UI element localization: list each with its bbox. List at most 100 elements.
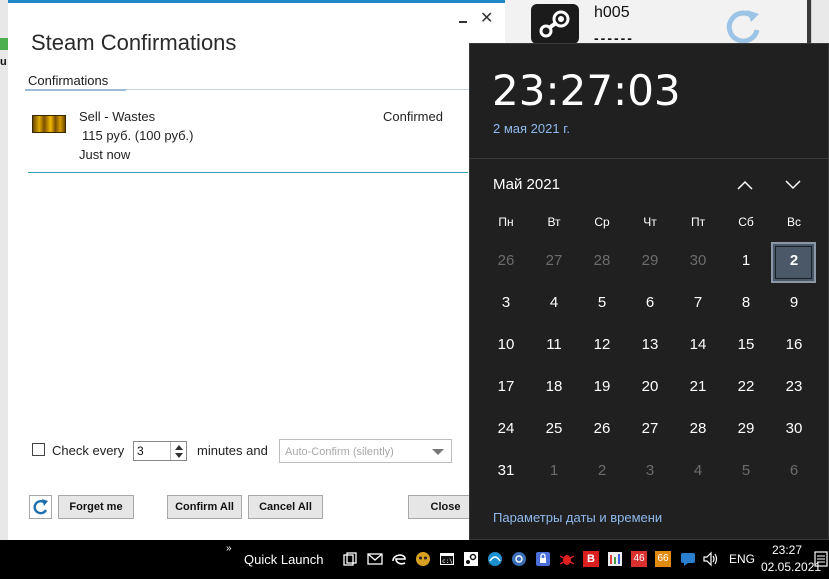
calendar-day[interactable]: 25 <box>530 420 578 437</box>
calendar-day[interactable]: 8 <box>722 294 770 311</box>
calendar-day[interactable]: 27 <box>530 252 578 269</box>
app-icon[interactable] <box>415 551 431 567</box>
cpu-temp-badge[interactable]: 46 <box>631 551 647 567</box>
volume-icon[interactable] <box>703 551 719 567</box>
network-app-icon[interactable] <box>511 551 527 567</box>
previous-month-button[interactable] <box>735 176 755 194</box>
chevron-down-icon[interactable] <box>175 453 183 458</box>
calendar-day[interactable]: 16 <box>770 336 818 353</box>
calendar-day[interactable]: 6 <box>770 462 818 479</box>
calendar-day[interactable]: 31 <box>482 462 530 479</box>
calendar-day[interactable]: 14 <box>674 336 722 353</box>
task-view-icon[interactable] <box>342 551 358 567</box>
calendar-day[interactable]: 3 <box>482 294 530 311</box>
date-time-settings-link[interactable]: Параметры даты и времени <box>493 510 662 525</box>
red-bug-icon[interactable] <box>559 551 575 567</box>
badge-icon[interactable]: В <box>583 551 599 567</box>
meter-icon[interactable] <box>607 551 623 567</box>
vpn-lock-icon[interactable] <box>535 551 551 567</box>
dialog-title: Steam Confirmations <box>31 30 237 55</box>
confirmation-item-name: Sell - Wastes <box>79 109 156 124</box>
auto-confirm-select[interactable]: Auto-Confirm (silently) <box>279 439 452 463</box>
calendar-day[interactable]: 22 <box>722 378 770 395</box>
check-every-label: Check every <box>52 443 125 458</box>
check-every-checkbox[interactable] <box>32 443 45 456</box>
confirm-all-button[interactable]: Confirm All <box>167 495 242 519</box>
calendar-day[interactable]: 3 <box>626 462 674 479</box>
chevron-up-icon[interactable] <box>175 445 183 450</box>
divider <box>470 158 828 159</box>
calendar-day[interactable]: 24 <box>482 420 530 437</box>
authenticator-window: h005 ------ <box>505 0 829 46</box>
tab-confirmations[interactable]: Confirmations <box>28 73 108 88</box>
calendar-day[interactable]: 7 <box>674 294 722 311</box>
minimize-button[interactable] <box>456 9 470 23</box>
calendar-day[interactable]: 29 <box>626 252 674 269</box>
calendar-day[interactable]: 17 <box>482 378 530 395</box>
calendar-day[interactable]: 9 <box>770 294 818 311</box>
calendar-day[interactable]: 6 <box>626 294 674 311</box>
refresh-button[interactable] <box>29 495 52 519</box>
calendar-day[interactable]: 5 <box>722 462 770 479</box>
calendar-day[interactable]: 5 <box>578 294 626 311</box>
globe-app-icon[interactable] <box>487 551 503 567</box>
close-icon[interactable]: ✕ <box>480 11 493 27</box>
calendar-day[interactable]: 15 <box>722 336 770 353</box>
notification-icon[interactable] <box>814 550 828 568</box>
chevron-up-icon <box>737 180 753 190</box>
calendar-day[interactable]: 1 <box>530 462 578 479</box>
full-date-link[interactable]: 2 мая 2021 г. <box>493 121 570 136</box>
language-indicator[interactable]: ENG <box>729 552 755 566</box>
calendar-day[interactable]: 12 <box>578 336 626 353</box>
svg-text:c:\: c:\ <box>442 558 453 565</box>
calendar-day[interactable]: 29 <box>722 420 770 437</box>
tab-underline <box>25 89 126 91</box>
steam-logo-icon <box>531 4 579 44</box>
calendar-day[interactable]: 28 <box>674 420 722 437</box>
calendar-day[interactable]: 10 <box>482 336 530 353</box>
calendar-day[interactable]: 11 <box>530 336 578 353</box>
refresh-icon[interactable] <box>721 6 765 46</box>
chevron-down-icon <box>432 449 444 455</box>
chat-icon[interactable] <box>680 551 696 567</box>
edge-browser-icon[interactable] <box>391 551 407 567</box>
weekday-header: Ср <box>594 215 610 229</box>
calendar-day[interactable]: 18 <box>530 378 578 395</box>
calendar-day[interactable]: 4 <box>530 294 578 311</box>
next-month-button[interactable] <box>783 176 803 194</box>
calendar-day[interactable]: 21 <box>674 378 722 395</box>
cancel-all-button[interactable]: Cancel All <box>248 495 323 519</box>
taskbar-date[interactable]: 02.05.2021 <box>761 560 821 574</box>
terminal-icon[interactable]: c:\ <box>439 551 455 567</box>
calendar-flyout: 23:27:03 2 мая 2021 г. Май 2021 Параметр… <box>469 43 829 540</box>
calendar-day[interactable]: 26 <box>482 252 530 269</box>
calendar-day[interactable]: 26 <box>578 420 626 437</box>
gpu-temp-badge[interactable]: 66 <box>655 551 671 567</box>
weekday-header: Пн <box>498 215 514 229</box>
chevron-icon[interactable]: » <box>226 543 232 554</box>
calendar-day[interactable]: 4 <box>674 462 722 479</box>
month-label[interactable]: Май 2021 <box>493 176 560 193</box>
edge-text: u <box>0 56 7 68</box>
taskbar-time[interactable]: 23:27 <box>772 543 802 557</box>
calendar-day[interactable]: 30 <box>674 252 722 269</box>
interval-stepper[interactable] <box>170 442 186 460</box>
weekday-header: Вс <box>786 215 801 229</box>
calendar-day[interactable]: 23 <box>770 378 818 395</box>
calendar-day[interactable]: 1 <box>722 252 770 269</box>
steam-icon[interactable] <box>463 551 479 567</box>
calendar-day-today[interactable]: 2 <box>770 252 818 269</box>
calendar-day[interactable]: 27 <box>626 420 674 437</box>
forget-me-button[interactable]: Forget me <box>58 495 134 519</box>
weekday-header: Вт <box>547 215 561 229</box>
calendar-day[interactable]: 2 <box>578 462 626 479</box>
quick-launch-label[interactable]: Quick Launch <box>244 552 324 567</box>
calendar-day[interactable]: 30 <box>770 420 818 437</box>
calendar-day[interactable]: 13 <box>626 336 674 353</box>
scrollbar[interactable] <box>811 0 829 46</box>
calendar-day[interactable]: 20 <box>626 378 674 395</box>
mail-icon[interactable] <box>367 551 383 567</box>
account-name: h005 <box>594 4 630 21</box>
calendar-day[interactable]: 28 <box>578 252 626 269</box>
calendar-day[interactable]: 19 <box>578 378 626 395</box>
